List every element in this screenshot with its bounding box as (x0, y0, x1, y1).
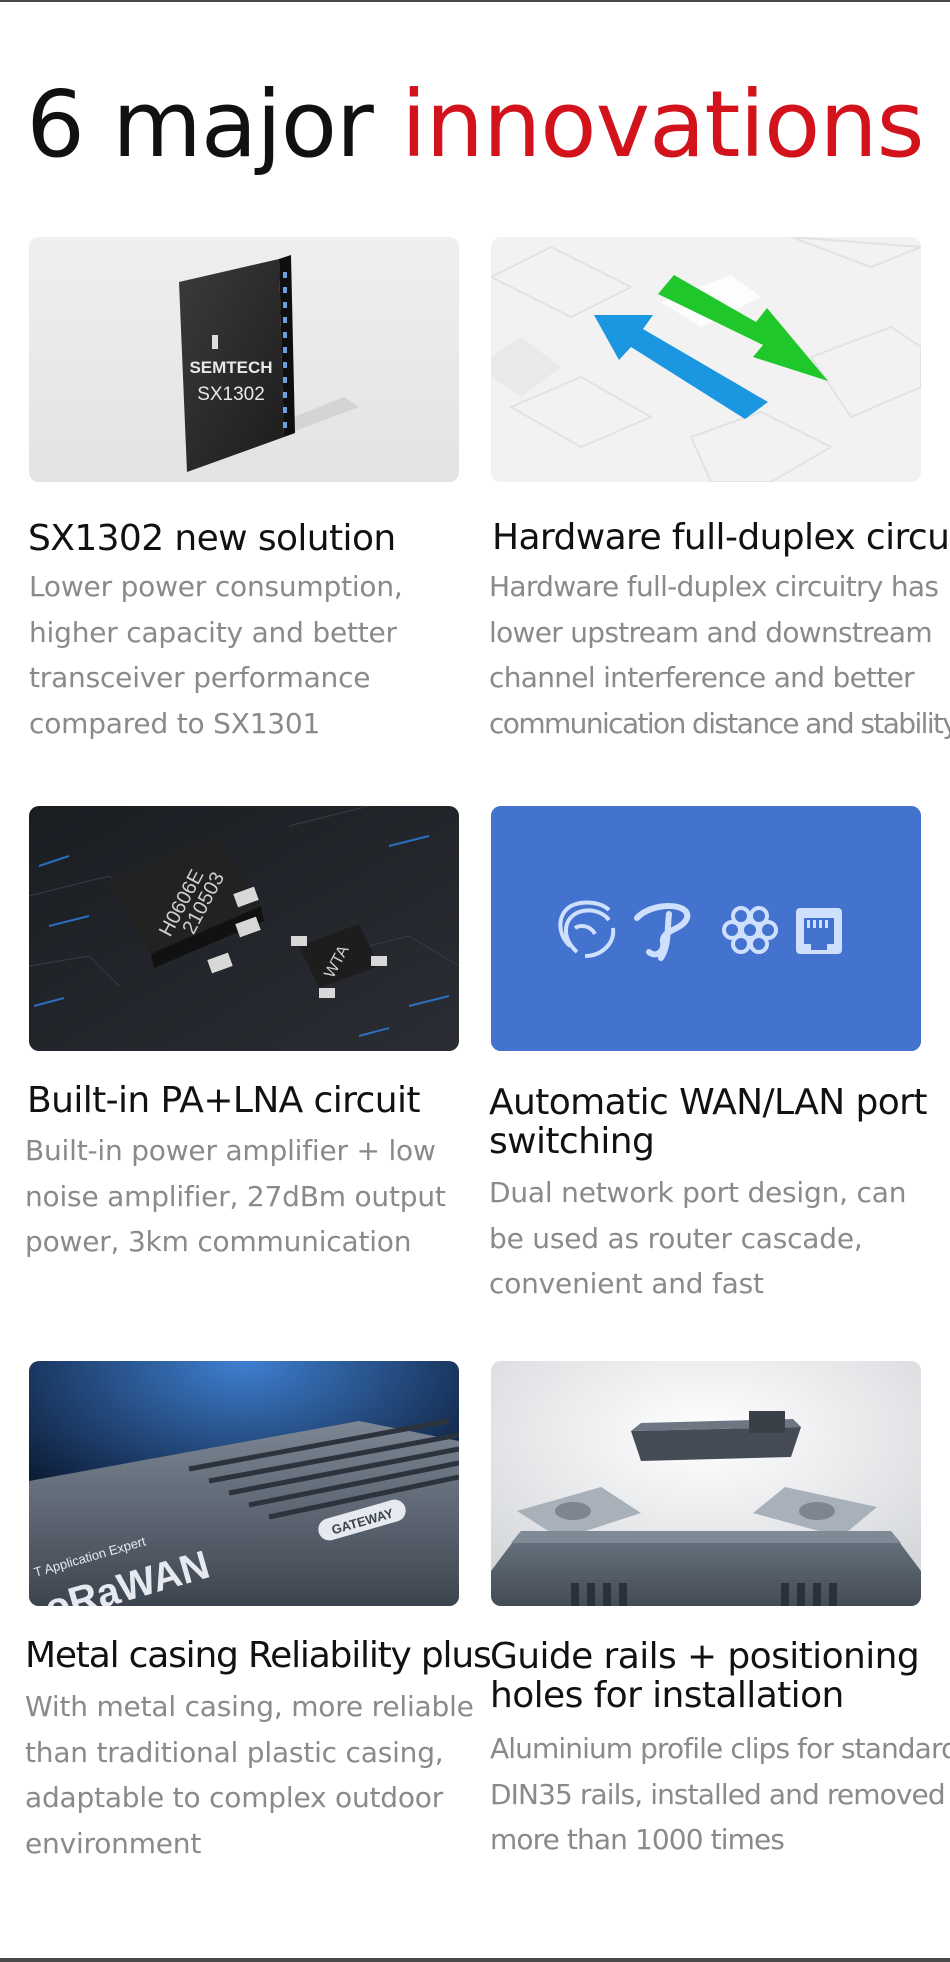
full-duplex-image (491, 237, 921, 482)
headline-main: 6 major (26, 71, 373, 178)
feature-description: Hardware full-duplex circuitry has lower… (489, 570, 950, 740)
sx1302-chip-image: SEMTECH SX1302 (29, 237, 459, 482)
page-headline: 6 major innovations (0, 70, 950, 180)
headline-accent: innovations (401, 71, 924, 178)
feature-description: Dual network port design, can be used as… (489, 1176, 907, 1300)
feature-description: With metal casing, more reliable than tr… (25, 1690, 474, 1860)
metal-casing-image: T Application Expert LoRaWAN GATEWAY (29, 1361, 459, 1606)
bottom-border (0, 1958, 950, 1962)
chip-brand-text: SEMTECH (189, 358, 272, 377)
chip-model-text: SX1302 (197, 384, 265, 405)
feature-description: Built-in power amplifier + low noise amp… (25, 1134, 446, 1258)
feature-title: Automatic WAN/LAN port switching (489, 1082, 927, 1162)
feature-title: Hardware full-duplex circuit (492, 517, 950, 558)
feature-title: Metal casing Reliability plus (25, 1635, 492, 1676)
feature-title: SX1302 new solution (28, 518, 396, 559)
din-rail-install-image (491, 1361, 921, 1606)
feature-title: Guide rails + positioning holes for inst… (490, 1636, 920, 1716)
top-border (0, 0, 950, 2)
feature-description: Aluminium profile clips for standard DIN… (490, 1732, 950, 1856)
feature-description: Lower power consumption, higher capacity… (29, 570, 403, 740)
pa-lna-circuit-image: H0606E 210503 WTA (29, 806, 459, 1051)
feature-title: Built-in PA+LNA circuit (27, 1080, 420, 1121)
ethernet-port-icon (796, 908, 842, 954)
wan-lan-carrier-image (491, 806, 921, 1051)
